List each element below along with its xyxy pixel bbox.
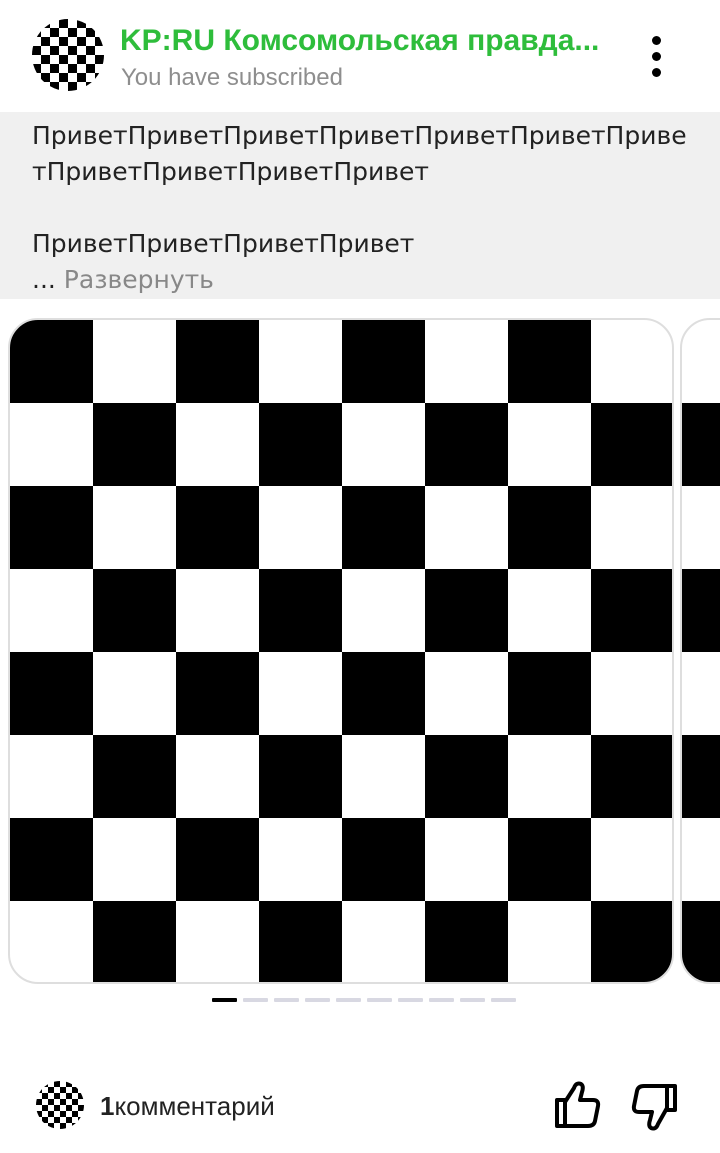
carousel-dot[interactable] [491, 998, 516, 1002]
channel-avatar[interactable] [32, 19, 104, 91]
post-paragraph: ПриветПриветПриветПриветПриветПриветПрив… [32, 121, 687, 186]
image-carousel[interactable] [0, 318, 720, 984]
carousel-dot[interactable] [367, 998, 392, 1002]
carousel-dot[interactable] [274, 998, 299, 1002]
comment-count: 1 [100, 1091, 115, 1121]
comment-label: комментарий [114, 1091, 275, 1121]
channel-name[interactable]: KP:RU Комсомольская правда... [120, 22, 620, 60]
carousel-dot[interactable] [336, 998, 361, 1002]
post-header: KP:RU Комсомольская правда... You have s… [0, 0, 720, 112]
carousel-pagination [212, 998, 516, 1002]
commenter-avatar [36, 1081, 84, 1129]
expand-line: ... Развернуть [32, 262, 688, 298]
post-footer: 1комментарий [0, 1060, 720, 1153]
carousel-dot[interactable] [305, 998, 330, 1002]
ellipsis: ... [32, 265, 56, 294]
carousel-slide-image[interactable] [8, 318, 674, 984]
post-text: ПриветПриветПриветПриветПриветПриветПрив… [0, 112, 720, 299]
more-menu-button[interactable] [636, 34, 676, 78]
subscription-status: You have subscribed [121, 64, 343, 91]
expand-link[interactable]: Развернуть [64, 265, 214, 294]
carousel-dot[interactable] [212, 998, 237, 1002]
dislike-button[interactable] [630, 1082, 680, 1134]
carousel-dot[interactable] [398, 998, 423, 1002]
carousel-dot[interactable] [460, 998, 485, 1002]
carousel-slide-image-next[interactable] [680, 318, 720, 984]
thumbs-up-icon [555, 1081, 601, 1128]
carousel-dot[interactable] [243, 998, 268, 1002]
post-paragraph: ПриветПриветПриветПривет [32, 229, 415, 258]
thumbs-down-icon [631, 1084, 677, 1131]
comments-link[interactable]: 1комментарий [100, 1089, 275, 1123]
more-vertical-icon [651, 35, 661, 45]
carousel-dot[interactable] [429, 998, 454, 1002]
like-button[interactable] [552, 1078, 602, 1130]
